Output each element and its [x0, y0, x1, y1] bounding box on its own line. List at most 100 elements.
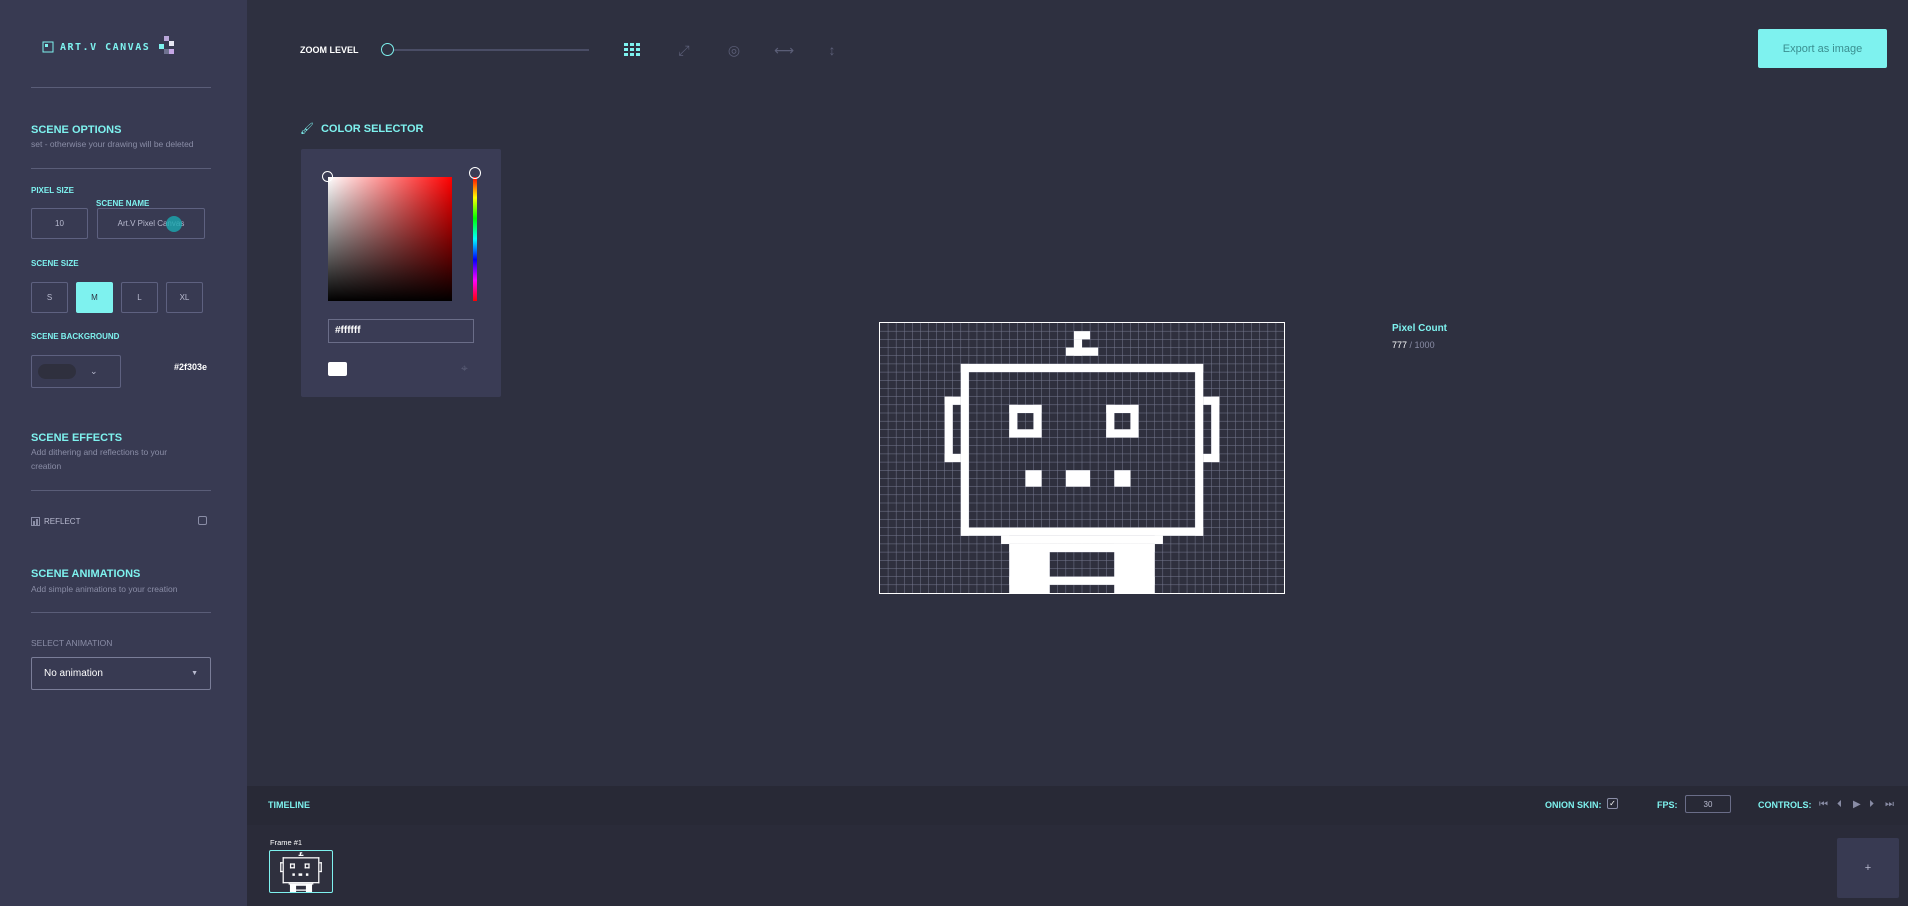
height-icon[interactable]: ↕ [823, 41, 841, 59]
frame-thumbnail-preview [280, 852, 322, 892]
reflect-label: REFLECT [44, 517, 81, 526]
add-frame-button[interactable]: + [1837, 838, 1899, 898]
caret-down-icon: ▼ [191, 670, 198, 677]
scene-size-m-button[interactable]: M [76, 282, 113, 313]
pixel-grid[interactable] [880, 323, 1284, 593]
animation-select-value: No animation [44, 668, 103, 679]
timeline: TIMELINE ONION SKIN: ✓ FPS: 30 CONTROLS:… [247, 786, 1908, 906]
play-icon[interactable]: ▶ [1853, 799, 1861, 810]
scene-effects-title: SCENE EFFECTS [31, 432, 123, 444]
select-animation-label: SELECT ANIMATION [31, 638, 113, 648]
color-selector-title: COLOR SELECTOR [320, 122, 424, 135]
first-frame-icon[interactable]: ⏮ [1819, 799, 1828, 810]
scene-options-title: SCENE OPTIONS [31, 124, 122, 136]
divider [31, 490, 211, 491]
width-icon[interactable]: ⟷ [774, 41, 794, 59]
painted-pixel [1154, 535, 1163, 544]
pixel-count-value: 777 [1392, 340, 1408, 350]
reflect-icon [31, 517, 40, 526]
frame-thumbnail[interactable] [269, 850, 333, 893]
pixel-size-label: PIXEL SIZE [31, 186, 74, 195]
pixel-size-input[interactable]: 10 [31, 208, 88, 239]
sidebar: ART.V CANVAS SCENE OPTIONS set - otherwi… [0, 0, 247, 906]
main-area: ZOOM LEVEL ⤢ ◎ ⟷ ↕ Export as image 🖌︎ CO… [247, 0, 1908, 786]
scene-background-label: SCENE BACKGROUND [31, 332, 120, 341]
painted-pixel [944, 453, 961, 463]
brush-icon: 🖌︎ [300, 123, 314, 135]
hue-slider[interactable] [473, 177, 477, 301]
scene-size-xl-button[interactable]: XL [166, 282, 203, 313]
hex-input[interactable]: #ffffff [328, 319, 474, 343]
next-frame-icon[interactable]: ⏵ [1869, 799, 1874, 810]
scene-animations-subtitle: Add simple animations to your creation [31, 584, 178, 594]
painted-pixel [1211, 396, 1220, 463]
color-selector-header: 🖌︎ COLOR SELECTOR [300, 122, 424, 136]
saturation-area[interactable] [328, 177, 452, 301]
saturation-handle[interactable] [322, 171, 333, 182]
zoom-slider-thumb[interactable] [381, 43, 394, 56]
painted-pixel [1025, 470, 1042, 487]
painted-pixel [1073, 331, 1091, 340]
divider [31, 87, 211, 88]
scene-size-label: SCENE SIZE [31, 259, 79, 268]
pixel-logo-icon [159, 36, 175, 54]
painted-pixel [1009, 543, 1050, 593]
scene-name-label: SCENE NAME [96, 199, 150, 208]
zoom-level-label: ZOOM LEVEL [300, 45, 359, 55]
frame-label: Frame #1 [270, 838, 303, 847]
pixel-count-max: / 1000 [1409, 340, 1435, 350]
logo-text: ART.V CANVAS [60, 41, 151, 53]
painted-pixel [1195, 363, 1204, 536]
fps-label: FPS: [1657, 800, 1678, 810]
onion-skin-checkbox[interactable]: ✓ [1607, 798, 1618, 809]
pixel-count-label: Pixel Count [1392, 323, 1448, 334]
color-picker-panel: #ffffff ⌖ [301, 149, 501, 397]
eyedropper-icon[interactable]: ⌖ [461, 361, 468, 376]
current-color-swatch [328, 362, 347, 376]
logo: ART.V CANVAS [42, 36, 178, 58]
painted-pixel [1065, 347, 1099, 356]
scene-name-input[interactable]: Art.V Pixel Canvas [97, 208, 205, 239]
painted-pixel [1001, 535, 1010, 544]
painted-pixel [1203, 453, 1220, 463]
grid-icon[interactable] [623, 41, 641, 59]
chevron-down-icon: ⌄ [90, 366, 98, 376]
animation-select[interactable]: No animation ▼ [31, 657, 211, 690]
pixel-count: 777 / 1000 [1392, 340, 1435, 350]
timeline-header: TIMELINE ONION SKIN: ✓ FPS: 30 CONTROLS:… [247, 786, 1908, 825]
export-image-button[interactable]: Export as image [1758, 29, 1887, 68]
cursor-indicator [166, 216, 182, 232]
painted-pixel [1065, 470, 1091, 487]
scene-size-l-button[interactable]: L [121, 282, 158, 313]
palette-icon [42, 41, 54, 53]
painted-pixel [1114, 543, 1155, 593]
timeline-title: TIMELINE [268, 800, 310, 810]
fps-input[interactable]: 30 [1685, 795, 1731, 813]
painted-pixel [960, 363, 969, 536]
painted-pixel [944, 396, 953, 463]
onion-skin-label: ONION SKIN: [1545, 800, 1602, 810]
controls-label: CONTROLS: [1758, 800, 1812, 810]
pixel-canvas[interactable] [879, 322, 1285, 594]
divider [31, 612, 211, 613]
reflect-checkbox[interactable] [198, 516, 207, 525]
divider [31, 168, 211, 169]
painted-pixel [1009, 429, 1042, 438]
center-icon[interactable]: ◎ [725, 41, 743, 59]
last-frame-icon[interactable]: ⏭ [1885, 799, 1894, 810]
painted-pixel [960, 363, 1204, 373]
scene-animations-title: SCENE ANIMATIONS [31, 568, 141, 580]
scene-effects-subtitle: Add dithering and reflections to your cr… [31, 447, 168, 471]
fullscreen-icon[interactable]: ⤢ [675, 41, 693, 59]
prev-frame-icon[interactable]: ⏴ [1837, 799, 1842, 810]
background-swatch [38, 364, 76, 379]
painted-pixel [1009, 576, 1155, 585]
background-color-picker[interactable]: ⌄ [31, 355, 121, 388]
scene-size-s-button[interactable]: S [31, 282, 68, 313]
zoom-slider-track[interactable] [384, 49, 589, 51]
hue-handle[interactable] [469, 167, 481, 179]
scene-options-subtitle: set - otherwise your drawing will be del… [31, 139, 194, 149]
painted-pixel [1001, 535, 1163, 544]
background-hex: #2f303e [174, 362, 208, 372]
painted-pixel [1106, 429, 1139, 438]
